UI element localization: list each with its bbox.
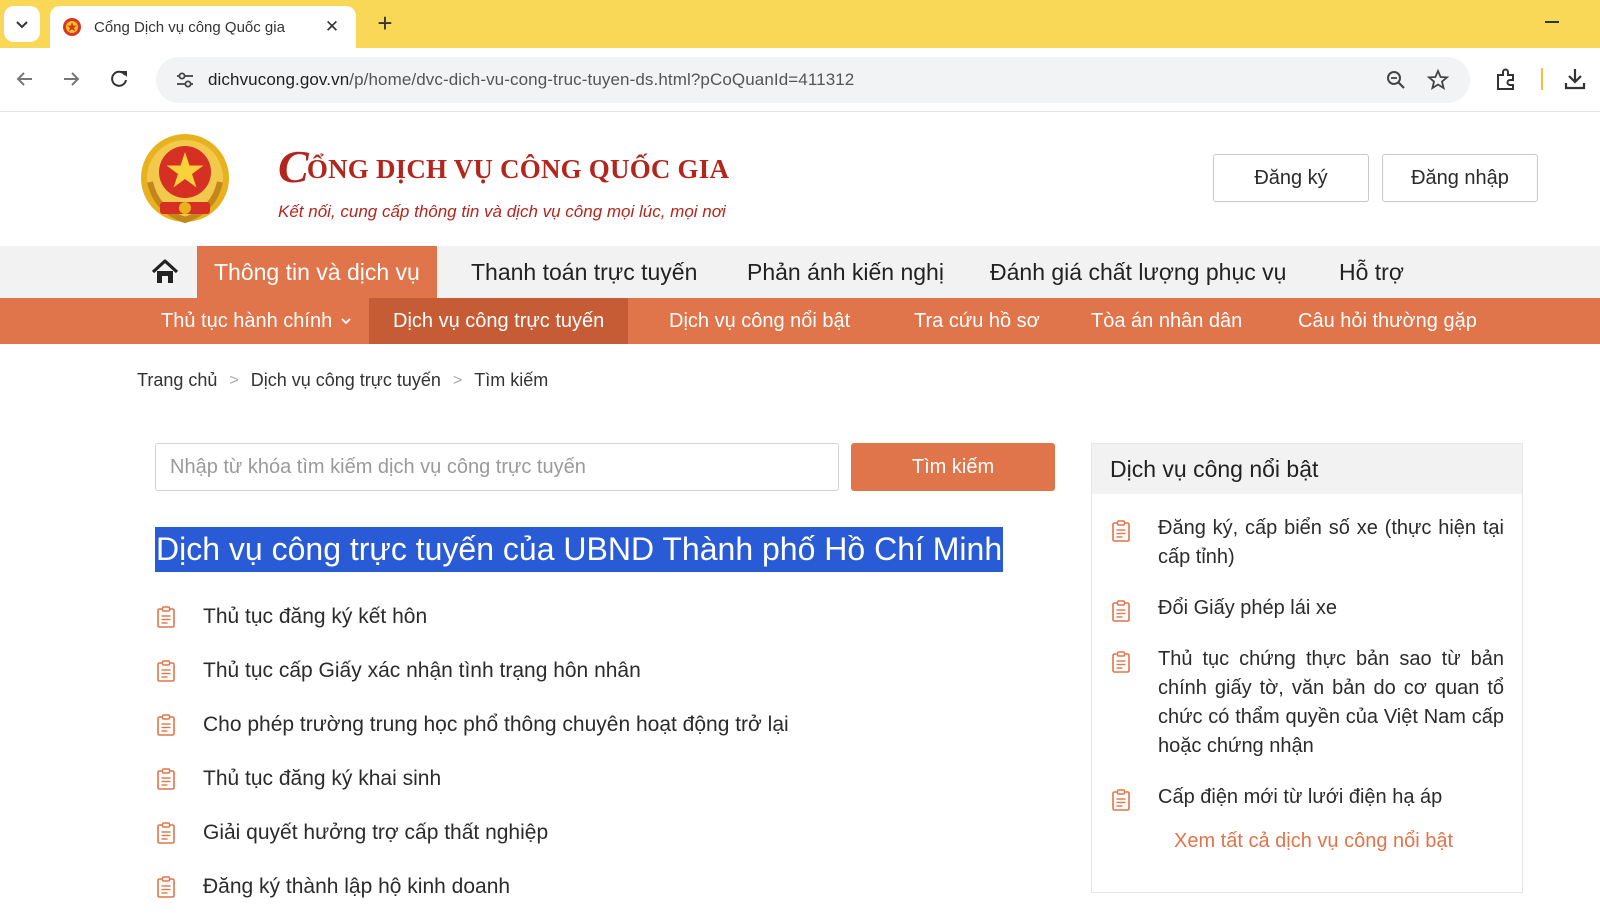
breadcrumb-online-services[interactable]: Dịch vụ công trực tuyến xyxy=(251,370,441,391)
reload-button[interactable] xyxy=(102,62,136,96)
featured-item[interactable]: Đổi Giấy phép lái xe xyxy=(1110,594,1504,623)
document-icon xyxy=(1112,651,1130,673)
new-tab-plus-icon[interactable]: + xyxy=(370,9,400,39)
document-icon xyxy=(157,660,175,682)
document-icon xyxy=(157,876,175,898)
service-label: Đăng ký thành lập hộ kinh doanh xyxy=(203,875,511,898)
list-item[interactable]: Thủ tục cấp Giấy xác nhận tình trạng hôn… xyxy=(155,644,1035,698)
browser-tab[interactable]: Cổng Dịch vụ công Quốc gia ✕ xyxy=(50,6,356,48)
featured-item-label: Đổi Giấy phép lái xe xyxy=(1158,597,1337,619)
featured-services-panel: Dịch vụ công nổi bật Đăng ký, cấp biển s… xyxy=(1091,443,1523,893)
document-icon xyxy=(157,606,175,628)
section-title: Dịch vụ công trực tuyến của UBND Thành p… xyxy=(155,527,1004,572)
featured-services-list: Đăng ký, cấp biển số xe (thực hiện tại c… xyxy=(1092,494,1522,853)
bookmark-star-icon[interactable] xyxy=(1426,68,1450,92)
download-icon[interactable] xyxy=(1562,66,1588,92)
extensions-puzzle-icon[interactable] xyxy=(1493,66,1519,92)
document-icon xyxy=(1112,600,1130,622)
service-label: Giải quyết hưởng trợ cấp thất nghiệp xyxy=(203,821,549,844)
main-nav-online-payment[interactable]: Thanh toán trực tuyến xyxy=(454,246,714,298)
address-bar[interactable]: dichvucong.gov.vn/p/home/dvc-dich-vu-con… xyxy=(156,57,1470,103)
breadcrumb: Trang chủ > Dịch vụ công trực tuyến > Tì… xyxy=(137,370,548,391)
zoom-icon[interactable] xyxy=(1384,68,1408,92)
arrow-left-icon xyxy=(16,72,32,86)
featured-item[interactable]: Cấp điện mới từ lưới điện hạ áp xyxy=(1110,783,1504,812)
list-item[interactable]: Giải quyết hưởng trợ cấp thất nghiệp xyxy=(155,806,1035,860)
breadcrumb-separator: > xyxy=(452,371,463,389)
sub-nav-online-services[interactable]: Dịch vụ công trực tuyến xyxy=(369,298,629,344)
home-icon[interactable] xyxy=(150,258,180,286)
service-list: Thủ tục đăng ký kết hôn Thủ tục cấp Giấy… xyxy=(155,590,1035,914)
document-icon xyxy=(157,714,175,736)
document-icon xyxy=(157,822,175,844)
service-label: Cho phép trường trung học phổ thông chuy… xyxy=(203,713,789,736)
main-nav-service-rating[interactable]: Đánh giá chất lượng phục vụ xyxy=(973,246,1303,298)
register-button[interactable]: Đăng ký xyxy=(1213,154,1369,202)
reload-icon xyxy=(111,70,127,87)
chevron-down-icon xyxy=(341,318,351,325)
featured-item-label: Cấp điện mới từ lưới điện hạ áp xyxy=(1158,786,1443,808)
list-item[interactable]: Thủ tục đăng ký kết hôn xyxy=(155,590,1035,644)
sub-nav-faq[interactable]: Câu hỏi thường gặp xyxy=(1298,298,1477,344)
sub-nav-featured-services[interactable]: Dịch vụ công nổi bật xyxy=(669,298,850,344)
site-header: CỔNG DỊCH VỤ CÔNG QUỐC GIA Kết nối, cung… xyxy=(0,112,1600,246)
url-path: /p/home/dvc-dich-vu-cong-truc-tuyen-ds.h… xyxy=(349,70,855,89)
service-label: Thủ tục đăng ký khai sinh xyxy=(203,767,442,790)
forward-button[interactable] xyxy=(54,62,88,96)
list-item[interactable]: Thủ tục đăng ký khai sinh xyxy=(155,752,1035,806)
tune-icon xyxy=(177,72,193,88)
document-icon xyxy=(1112,789,1130,811)
minimize-window-icon[interactable] xyxy=(1540,10,1564,34)
service-label: Thủ tục cấp Giấy xác nhận tình trạng hôn… xyxy=(203,659,641,682)
main-nav-support[interactable]: Hỗ trợ xyxy=(1322,246,1421,298)
breadcrumb-home[interactable]: Trang chủ xyxy=(137,370,217,391)
close-tab-icon[interactable]: ✕ xyxy=(322,17,342,37)
search-input[interactable] xyxy=(155,443,839,491)
list-item[interactable]: Đăng ký thành lập hộ kinh doanh xyxy=(155,860,1035,914)
sub-nav-admin-procedures[interactable]: Thủ tục hành chính xyxy=(161,298,352,344)
toolbar-separator xyxy=(1541,68,1543,90)
sub-nav-peoples-court[interactable]: Tòa án nhân dân xyxy=(1091,298,1242,344)
featured-item-label: Đăng ký, cấp biển số xe (thực hiện tại c… xyxy=(1158,517,1504,568)
portal-title[interactable]: CỔNG DỊCH VỤ CÔNG QUỐC GIA xyxy=(278,140,729,193)
portal-title-text: ỔNG DỊCH VỤ CÔNG QUỐC GIA xyxy=(306,154,730,184)
search-button[interactable]: Tìm kiếm xyxy=(851,443,1055,491)
document-icon xyxy=(157,768,175,790)
sub-nav: Thủ tục hành chính Dịch vụ công trực tuy… xyxy=(0,298,1600,344)
tab-search-button[interactable] xyxy=(4,6,40,42)
url-text: dichvucong.gov.vn/p/home/dvc-dich-vu-con… xyxy=(208,70,854,90)
main-nav: Thông tin và dịch vụ Thanh toán trực tuy… xyxy=(0,246,1600,298)
site-info-button[interactable] xyxy=(162,57,208,103)
portal-title-initial: C xyxy=(278,141,309,192)
sub-nav-lookup-records[interactable]: Tra cứu hồ sơ xyxy=(914,298,1040,344)
chevron-down-icon xyxy=(16,21,28,29)
main-nav-info-services[interactable]: Thông tin và dịch vụ xyxy=(197,246,437,298)
back-button[interactable] xyxy=(8,62,42,96)
national-emblem-logo[interactable] xyxy=(136,130,234,230)
browser-toolbar: dichvucong.gov.vn/p/home/dvc-dich-vu-con… xyxy=(0,48,1600,112)
arrow-right-icon xyxy=(64,72,80,86)
main-nav-feedback[interactable]: Phản ánh kiến nghị xyxy=(730,246,961,298)
featured-services-heading: Dịch vụ công nổi bật xyxy=(1092,444,1522,494)
login-button[interactable]: Đăng nhập xyxy=(1382,154,1538,202)
url-host: dichvucong.gov.vn xyxy=(208,70,350,89)
browser-tab-strip: Cổng Dịch vụ công Quốc gia ✕ + xyxy=(0,0,1600,48)
view-all-featured-link[interactable]: Xem tất cả dịch vụ công nổi bật xyxy=(1174,830,1504,853)
breadcrumb-search: Tìm kiếm xyxy=(474,370,549,390)
document-icon xyxy=(1112,520,1130,542)
national-emblem-favicon-icon xyxy=(63,18,81,36)
portal-slogan: Kết nối, cung cấp thông tin và dịch vụ c… xyxy=(278,202,726,221)
sub-nav-admin-procedures-label: Thủ tục hành chính xyxy=(161,309,333,332)
service-label: Thủ tục đăng ký kết hôn xyxy=(203,605,428,628)
list-item[interactable]: Cho phép trường trung học phổ thông chuy… xyxy=(155,698,1035,752)
featured-item-label: Thủ tục chứng thực bản sao từ bản chính … xyxy=(1158,648,1504,757)
tab-title: Cổng Dịch vụ công Quốc gia xyxy=(94,18,285,36)
breadcrumb-separator: > xyxy=(229,371,239,389)
featured-item[interactable]: Thủ tục chứng thực bản sao từ bản chính … xyxy=(1110,645,1504,761)
featured-item[interactable]: Đăng ký, cấp biển số xe (thực hiện tại c… xyxy=(1110,514,1504,572)
